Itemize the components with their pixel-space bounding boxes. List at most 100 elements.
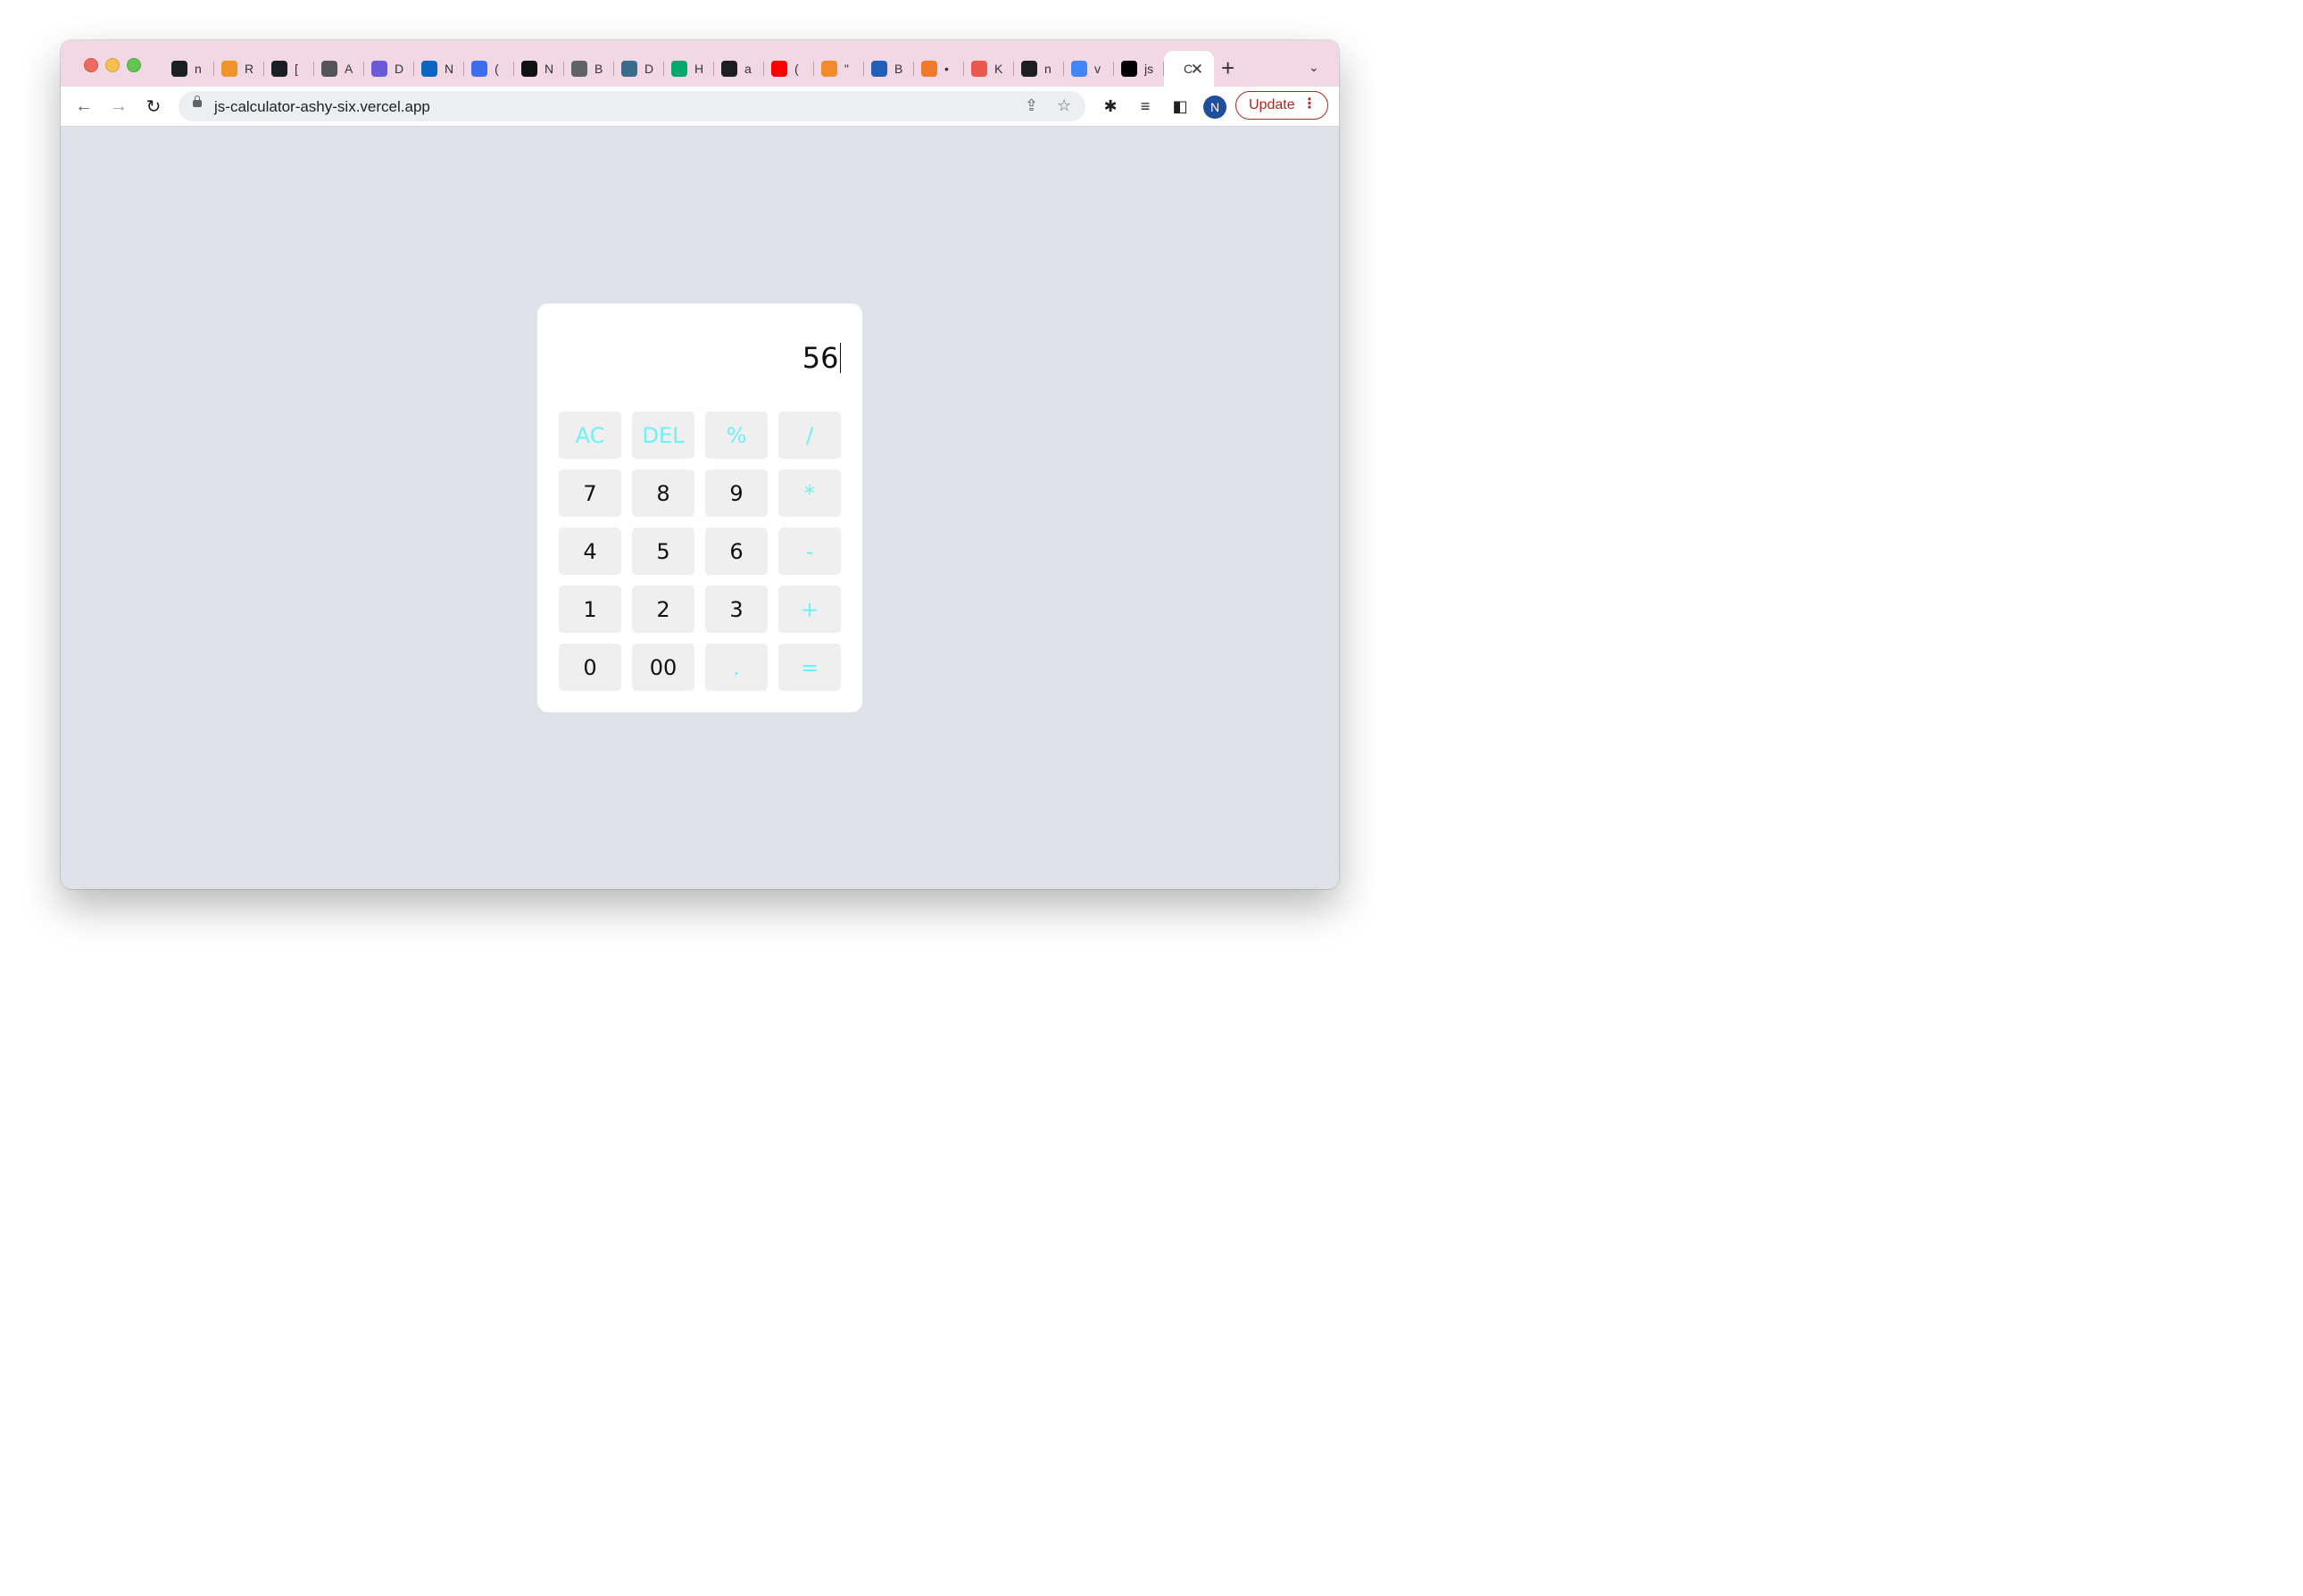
decimal-button[interactable]: . <box>705 644 768 691</box>
tab-title: R <box>245 62 254 76</box>
vercel-icon <box>1121 61 1137 77</box>
badge-icon <box>471 61 487 77</box>
browser-tab[interactable]: K <box>964 51 1014 87</box>
browser-tab[interactable]: B <box>864 51 914 87</box>
add-button[interactable]: + <box>778 586 841 633</box>
close-tab-icon[interactable]: ✕ <box>1191 61 1203 79</box>
github-icon <box>1021 61 1037 77</box>
digit-9-button[interactable]: 9 <box>705 470 768 517</box>
browser-tab[interactable]: D <box>364 51 414 87</box>
share-icon[interactable]: ⇪ <box>1025 96 1038 115</box>
tab-title: " <box>844 62 849 76</box>
close-window-button[interactable] <box>84 58 98 72</box>
digit-8-button[interactable]: 8 <box>632 470 694 517</box>
linkedin-icon <box>421 61 437 77</box>
browser-tab[interactable]: D <box>614 51 664 87</box>
tab-title: K <box>994 62 1003 76</box>
browser-tab[interactable]: v <box>1064 51 1114 87</box>
lock-icon[interactable] <box>193 96 202 107</box>
browser-tab[interactable]: • <box>914 51 964 87</box>
bold-b-icon <box>521 61 537 77</box>
tab-title: n <box>1044 62 1052 76</box>
browser-tab[interactable]: R <box>214 51 264 87</box>
browser-tab[interactable]: B <box>564 51 614 87</box>
browser-tab[interactable]: ( <box>464 51 514 87</box>
github-icon <box>271 61 287 77</box>
knot-icon <box>971 61 987 77</box>
browser-tab[interactable]: N <box>414 51 464 87</box>
chevron-down-icon[interactable]: ⌄ <box>1309 60 1319 75</box>
globe-icon <box>571 61 587 77</box>
minimize-window-button[interactable] <box>105 58 120 72</box>
delete-button[interactable]: DEL <box>632 411 694 459</box>
browser-tab[interactable]: A <box>314 51 364 87</box>
tab-title: H <box>694 62 704 76</box>
reload-button[interactable]: ↻ <box>143 96 164 117</box>
digit-7-button[interactable]: 7 <box>559 470 621 517</box>
w3-icon <box>671 61 687 77</box>
url-text[interactable]: js-calculator-ashy-six.vercel.app <box>214 98 430 116</box>
media-controls-icon[interactable]: ≡ <box>1135 96 1156 117</box>
browser-tab[interactable]: n <box>1014 51 1064 87</box>
back-button[interactable]: ← <box>73 96 95 117</box>
tab-list: n R [A D N (N B D Ha (" B • Kn v js C ✕ <box>164 51 1214 87</box>
extensions-puzzle-icon[interactable]: ✱ <box>1100 96 1121 117</box>
tab-title: js <box>1144 62 1154 76</box>
tab-title: A <box>345 62 353 76</box>
tab-title: B <box>894 62 903 76</box>
bookmark-star-icon[interactable]: ☆ <box>1057 96 1071 115</box>
browser-toolbar: ← → ↻ js-calculator-ashy-six.vercel.app … <box>61 87 1339 127</box>
browser-tab[interactable]: N <box>514 51 564 87</box>
car-icon <box>321 61 337 77</box>
browser-tab[interactable]: " <box>814 51 864 87</box>
digit-0-button[interactable]: 0 <box>559 644 621 691</box>
bracket-icon <box>871 61 887 77</box>
double-zero-button[interactable]: 00 <box>632 644 694 691</box>
side-panel-icon[interactable]: ◧ <box>1169 96 1191 117</box>
all-clear-button[interactable]: AC <box>559 411 621 459</box>
forward-button[interactable]: → <box>108 96 129 117</box>
browser-tab[interactable]: a <box>714 51 764 87</box>
tab-title: N <box>545 62 554 76</box>
tab-title: • <box>944 62 949 76</box>
tab-title: n <box>195 62 202 76</box>
address-bar[interactable]: js-calculator-ashy-six.vercel.app ⇪ ☆ <box>179 91 1085 121</box>
multiply-button[interactable]: * <box>778 470 841 517</box>
digit-6-button[interactable]: 6 <box>705 528 768 575</box>
zoom-window-button[interactable] <box>127 58 141 72</box>
browser-tab[interactable]: [ <box>264 51 314 87</box>
two-icon <box>821 61 837 77</box>
digit-3-button[interactable]: 3 <box>705 586 768 633</box>
digit-1-button[interactable]: 1 <box>559 586 621 633</box>
update-button[interactable]: Update ⋮ <box>1235 91 1328 120</box>
browser-tab[interactable]: n <box>164 51 214 87</box>
equals-button[interactable]: = <box>778 644 841 691</box>
browser-tab[interactable]: js <box>1114 51 1164 87</box>
active-tab[interactable]: C ✕ <box>1164 51 1214 87</box>
browser-tab[interactable]: ( <box>764 51 814 87</box>
tab-strip: n R [A D N (N B D Ha (" B • Kn v js C ✕ + ⌄ <box>61 40 1339 87</box>
profile-avatar[interactable]: N <box>1203 96 1226 119</box>
calculator-panel: 56 AC DEL%/7 8 9 * 4 5 6-1 2 3 +0 00. = <box>537 303 862 712</box>
more-menu-icon[interactable]: ⋮ <box>1302 96 1317 112</box>
text-caret <box>839 343 841 373</box>
update-label: Update <box>1249 97 1295 112</box>
new-tab-button[interactable]: + <box>1221 53 1235 83</box>
subtract-button[interactable]: - <box>778 528 841 575</box>
calculator-display[interactable]: 56 <box>559 336 841 380</box>
display-value: 56 <box>802 341 839 375</box>
card-icon <box>371 61 387 77</box>
browser-tab[interactable]: H <box>664 51 714 87</box>
tab-title: v <box>1094 62 1101 76</box>
divide-button[interactable]: / <box>778 411 841 459</box>
browser-window: n R [A D N (N B D Ha (" B • Kn v js C ✕ + ⌄ ← → ↻ js-cal… <box>61 40 1339 889</box>
digit-4-button[interactable]: 4 <box>559 528 621 575</box>
github-icon <box>171 61 187 77</box>
percent-button[interactable]: % <box>705 411 768 459</box>
tab-title: [ <box>295 62 298 76</box>
digit-2-button[interactable]: 2 <box>632 586 694 633</box>
tab-title: a <box>744 62 752 76</box>
google-icon <box>1071 61 1087 77</box>
digit-5-button[interactable]: 5 <box>632 528 694 575</box>
tab-title: ( <box>495 62 499 76</box>
